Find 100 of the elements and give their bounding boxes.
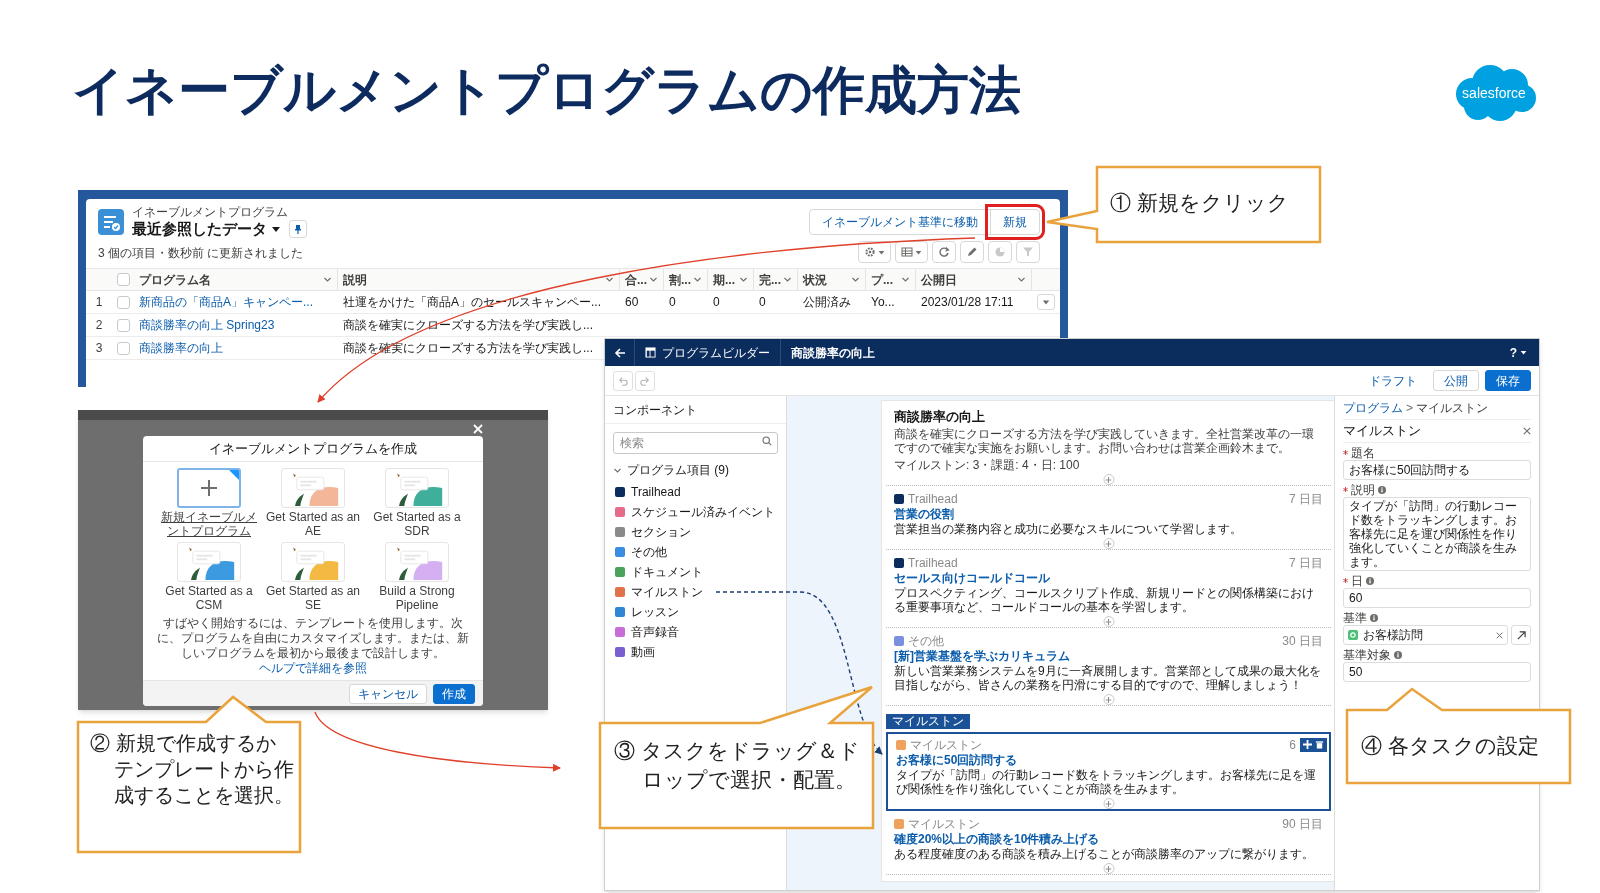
- table-cell-text: 0: [668, 294, 677, 311]
- table-cell-text: 0: [758, 294, 767, 311]
- help-menu-button[interactable]: ?: [1509, 343, 1527, 362]
- column-header[interactable]: 期...: [708, 269, 754, 290]
- program-step-card[interactable]: マイルストン 6 お客様に50回訪問する タイプが「訪問」の行動レコード数をトラッキングします。お客様先に足を運び関係性を作り強化していくことが商談を生みます。: [886, 732, 1331, 811]
- component-item[interactable]: レッスン: [605, 602, 786, 622]
- row-number: 3: [94, 340, 104, 357]
- drag-label: マイルストン: [886, 714, 970, 729]
- step-day: 7 日目: [1289, 489, 1323, 508]
- column-header[interactable]: 状況: [798, 269, 866, 290]
- step-type: Trailhead: [908, 490, 958, 508]
- template-label[interactable]: 新規イネーブルメントプログラム: [161, 510, 257, 538]
- step-description: タイプが「訪問」の行動レコード数をトラッキングします。お客様先に足を運び関係性を作り強化していくことが商談を生みます。: [896, 768, 1317, 796]
- row-number: 2: [94, 317, 104, 334]
- step-title[interactable]: お客様に50回訪問する: [896, 753, 1321, 768]
- header-action-button[interactable]: イネーブルメント基準に移動: [809, 209, 991, 235]
- callout: ② 新規で作成するかテンプレートから作成することを選択。: [76, 694, 302, 854]
- list-view-selector[interactable]: 最近参照したデータ: [132, 219, 281, 238]
- field-label: 題名: [1351, 445, 1375, 460]
- template-label: Build a Strong Pipeline: [378, 584, 456, 612]
- column-header[interactable]: 割...: [664, 269, 708, 290]
- column-header[interactable]: 完...: [754, 269, 798, 290]
- search-field[interactable]: 検索: [613, 432, 778, 454]
- component-item[interactable]: その他: [605, 542, 786, 562]
- program-name: 商談勝率の向上: [894, 409, 986, 425]
- component-item[interactable]: Trailhead: [605, 482, 786, 502]
- dialog-button[interactable]: 作成: [433, 683, 475, 704]
- template-label: Get Started as an AE: [265, 510, 361, 538]
- template-label: Get Started as a SDR: [372, 510, 462, 538]
- component-item[interactable]: スケジュール済みイベント: [605, 502, 786, 522]
- details-title: マイルストン: [1343, 422, 1421, 441]
- step-title[interactable]: 確度20%以上の商談を10件積み上げる: [894, 832, 1323, 847]
- column-header[interactable]: 公開日: [916, 269, 1032, 290]
- text-field[interactable]: お客様に50回訪問する: [1343, 460, 1531, 480]
- table-cell-text: Yo...: [870, 294, 896, 311]
- callout: ① 新規をクリック: [1044, 165, 1322, 244]
- table-cell-text: 公開済み: [802, 294, 852, 311]
- row-number: 1: [94, 294, 104, 311]
- table-cell-text: 2023/01/28 17:11: [920, 294, 1015, 311]
- table-cell-text: 0: [712, 294, 721, 311]
- lookup-field[interactable]: お客様訪問: [1343, 625, 1508, 645]
- field-label: 基準対象: [1343, 647, 1391, 662]
- step-description: 新しい営業業務システムを9月に一斉展開します。営業部として成果の最大化を目指しながら、皆さんの業務を円滑にする目的ですので、理解しましょう！: [894, 664, 1322, 692]
- program-summary: マイルストン: 3・課題: 4・日: 100: [894, 458, 1081, 472]
- text-field[interactable]: 60: [1343, 588, 1531, 608]
- record-link[interactable]: 商談勝率の向上 Spring23: [134, 316, 338, 334]
- component-item[interactable]: ドキュメント: [605, 562, 786, 582]
- record-link[interactable]: 新商品の「商品A」キャンペー...: [134, 293, 338, 311]
- breadcrumb-link[interactable]: プログラム: [1343, 401, 1403, 416]
- draft-status: ドラフト: [1369, 372, 1417, 390]
- field-label: 基準: [1343, 610, 1367, 625]
- builder-action-button[interactable]: 保存: [1485, 370, 1531, 391]
- column-header[interactable]: 合...: [620, 269, 664, 290]
- callout: ③ タスクをドラッグ＆ドロップで選択・配置。: [598, 684, 876, 830]
- step-title[interactable]: セールス向けコールドコール: [894, 571, 1323, 586]
- field-label: 説明: [1351, 482, 1375, 497]
- object-label: イネーブルメントプログラム: [132, 205, 289, 219]
- help-link[interactable]: ヘルプで詳細を参照: [259, 661, 367, 675]
- table-cell-text: 60: [624, 294, 640, 311]
- section-toggle[interactable]: プログラム項目 (9): [605, 460, 786, 480]
- component-item[interactable]: 音声録音: [605, 622, 786, 642]
- component-item[interactable]: マイルストン: [605, 582, 713, 602]
- dialog-button[interactable]: キャンセル: [349, 683, 427, 704]
- program-description: 商談を確実にクローズする方法を学び実践していきます。全社営業改革の一環ですので確実な実施をお願いします。お問い合わせは営業企画鈴木まで。: [894, 427, 1315, 455]
- list-status-text: 3 個の項目・数秒前 に更新されました: [98, 245, 304, 262]
- step-day: 90 日目: [1282, 814, 1323, 833]
- column-header[interactable]: 説明: [338, 269, 620, 290]
- column-header[interactable]: プログラム名: [134, 269, 338, 290]
- component-item[interactable]: セクション: [605, 522, 786, 542]
- template-label: Get Started as a CSM: [164, 584, 254, 612]
- step-type: その他: [908, 632, 944, 649]
- step-title[interactable]: [新]営業基盤を学ぶカリキュラム: [894, 649, 1323, 664]
- slide-title: イネーブルメントプログラムの作成方法: [72, 64, 1021, 116]
- cloud-logo: salesforce: [1450, 62, 1538, 124]
- builder-action-button[interactable]: 公開: [1433, 370, 1479, 391]
- dialog-title: イネーブルメントプログラムを作成: [209, 439, 417, 458]
- step-day: 7 日目: [1289, 553, 1323, 572]
- step-title[interactable]: 営業の役割: [894, 507, 1323, 522]
- help-text: すばやく開始するには、テンプレートを使用します。次に、プログラムを自由にカスタマイズします。または、新しいプログラムを最初から最後まで設計します。 ヘルプで詳細を参照: [156, 615, 470, 677]
- step-description: 営業担当の業務内容と成功に必要なスキルについて学習します。: [894, 522, 1243, 536]
- step-type: マイルストン: [910, 736, 982, 753]
- breadcrumb-current: マイルストン: [1416, 401, 1488, 416]
- step-type: マイルストン: [908, 815, 980, 832]
- app-title: プログラムビルダー: [662, 344, 770, 362]
- step-day: 30 日目: [1282, 631, 1323, 650]
- callout: ④ 各タスクの設定: [1345, 686, 1572, 785]
- textarea-field[interactable]: タイプが「訪問」の行動レコード数をトラッキングします。お客様先に足を運び関係性を作り強化していくことが商談を生みます。: [1343, 497, 1531, 571]
- column-header[interactable]: プ...: [866, 269, 916, 290]
- field-label: 日: [1351, 573, 1363, 588]
- panel-title: コンポーネント: [613, 401, 697, 419]
- step-day: 6: [1289, 735, 1296, 754]
- step-description: ある程度確度のある商談を積み上げることが商談勝率のアップに繋がります。: [894, 847, 1315, 861]
- program-title: 商談勝率の向上: [790, 344, 876, 362]
- breadcrumb-separator: >: [1406, 401, 1413, 416]
- component-item[interactable]: 動画: [605, 642, 786, 662]
- lookup-value: お客様訪問: [1363, 627, 1423, 644]
- text-field[interactable]: 50: [1343, 662, 1531, 682]
- record-link[interactable]: 商談勝率の向上: [134, 339, 338, 357]
- step-description: プロスペクティング、コールスクリプト作成、新規リードとの関係構築における重要事項など、コールドコールの基本を学習します。: [894, 586, 1315, 614]
- template-label: Get Started as an SE: [265, 584, 361, 612]
